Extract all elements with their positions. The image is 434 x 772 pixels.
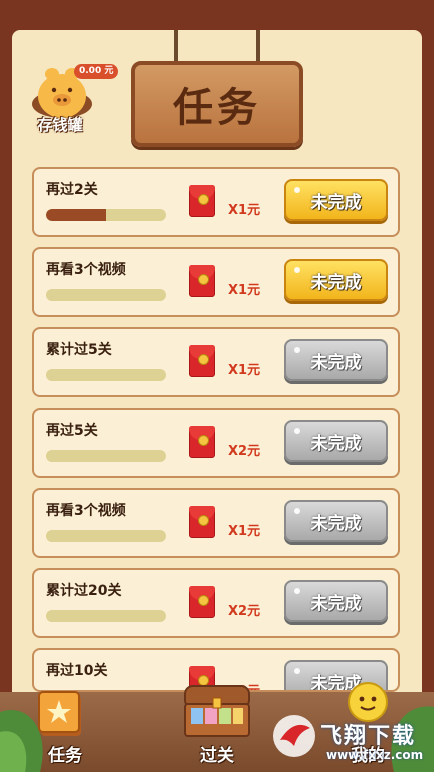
tab-levels-label: 过关 [200,746,234,766]
red-envelope-icon [189,345,215,377]
task-status-label: 未完成 [310,192,362,213]
task-title: 累计过20关 [46,583,122,599]
red-envelope-icon [189,506,215,538]
task-status-label: 未完成 [310,513,362,534]
red-envelope-icon [189,265,215,297]
task-reward: X1元 [228,283,261,298]
task-reward: X1元 [228,524,261,539]
red-envelope-icon [189,426,215,458]
task-progress-bar [46,610,166,622]
task-status-button[interactable]: 未完成 [284,179,388,221]
task-book-icon [38,691,81,736]
task-title: 再过2关 [46,182,98,198]
watermark-url: www.fxxz.com [326,748,424,762]
button-shine [294,267,300,273]
task-status-label: 未完成 [310,352,362,373]
button-shine [294,668,300,674]
tab-levels[interactable]: 过关 [167,685,267,772]
task-progress-bar [46,450,166,462]
task-row: 累计过20关 X2元 未完成 [32,568,400,638]
title-sign: 任务 [131,61,303,147]
task-reward: X2元 [228,604,261,619]
task-progress-fill [46,209,106,221]
task-status-label: 未完成 [310,272,362,293]
task-status-label: 未完成 [310,433,362,454]
button-shine [294,428,300,434]
button-shine [294,187,300,193]
task-row: 再看3个视频 X1元 未完成 [32,488,400,558]
task-status-button[interactable]: 未完成 [284,500,388,542]
task-title: 再过5关 [46,423,98,439]
task-status-label: 未完成 [310,593,362,614]
task-progress-bar [46,530,166,542]
task-row: 再看3个视频 X1元 未完成 [32,247,400,317]
task-status-button[interactable]: 未完成 [284,259,388,301]
task-status-button[interactable]: 未完成 [284,420,388,462]
piggy-bank-amount: 0.00 元 [74,64,119,79]
red-envelope-icon [189,586,215,618]
sign-rope [256,30,260,64]
button-shine [294,347,300,353]
task-status-button[interactable]: 未完成 [284,580,388,622]
red-envelope-icon [189,185,215,217]
button-shine [294,588,300,594]
task-reward: X2元 [228,444,261,459]
page-title: 任务 [173,85,261,131]
task-title: 再过10关 [46,663,108,679]
watermark: 飞翔下载 www.fxxz.com [270,710,430,770]
tab-tasks[interactable]: 任务 [15,691,115,772]
watermark-text: 飞翔下载 [320,724,417,749]
watermark-logo-icon [273,715,315,757]
treasure-chest-icon [184,685,250,737]
task-row: 再过2关 X1元 未完成 [32,167,400,237]
task-progress-bar [46,369,166,381]
task-reward: X1元 [228,363,261,378]
task-reward: X1元 [228,203,261,218]
button-shine [294,508,300,514]
task-progress-bar [46,209,166,221]
task-title: 累计过5关 [46,342,112,358]
sign-rope [174,30,178,64]
task-title: 再看3个视频 [46,503,126,519]
task-status-button[interactable]: 未完成 [284,339,388,381]
piggy-bank-label: 存钱罐 [37,116,83,134]
task-row: 累计过5关 X1元 未完成 [32,327,400,397]
task-row: 再过5关 X2元 未完成 [32,408,400,478]
task-title: 再看3个视频 [46,262,126,278]
tab-tasks-label: 任务 [48,746,82,766]
task-progress-bar [46,289,166,301]
